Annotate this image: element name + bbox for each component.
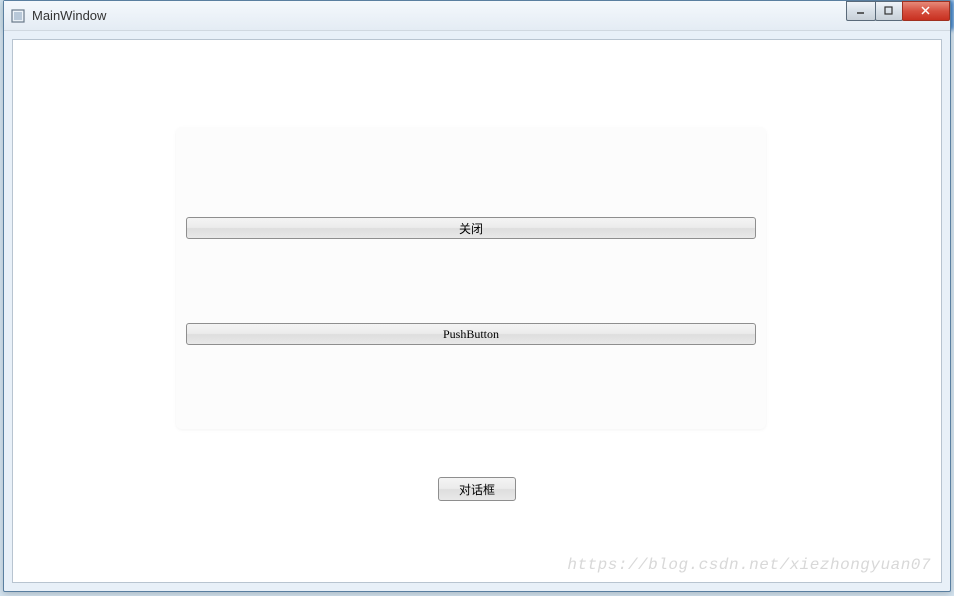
- window-controls: [847, 1, 950, 21]
- minimize-button[interactable]: [846, 1, 876, 21]
- menubar: .: [4, 31, 950, 39]
- watermark-text: https://blog.csdn.net/xiezhongyuan07: [567, 556, 931, 574]
- dialog-panel: 关闭 PushButton: [176, 127, 766, 429]
- main-window: MainWindow . 关闭 PushButton 对话框 https://b…: [3, 0, 951, 592]
- panel-push-button[interactable]: PushButton: [186, 323, 756, 345]
- window-title: MainWindow: [32, 8, 106, 23]
- titlebar[interactable]: MainWindow: [4, 1, 950, 31]
- open-dialog-button[interactable]: 对话框: [438, 477, 516, 501]
- client-area: 关闭 PushButton 对话框 https://blog.csdn.net/…: [12, 39, 942, 583]
- app-icon: [10, 8, 26, 24]
- close-button[interactable]: [902, 1, 950, 21]
- panel-close-button[interactable]: 关闭: [186, 217, 756, 239]
- maximize-button[interactable]: [875, 1, 903, 21]
